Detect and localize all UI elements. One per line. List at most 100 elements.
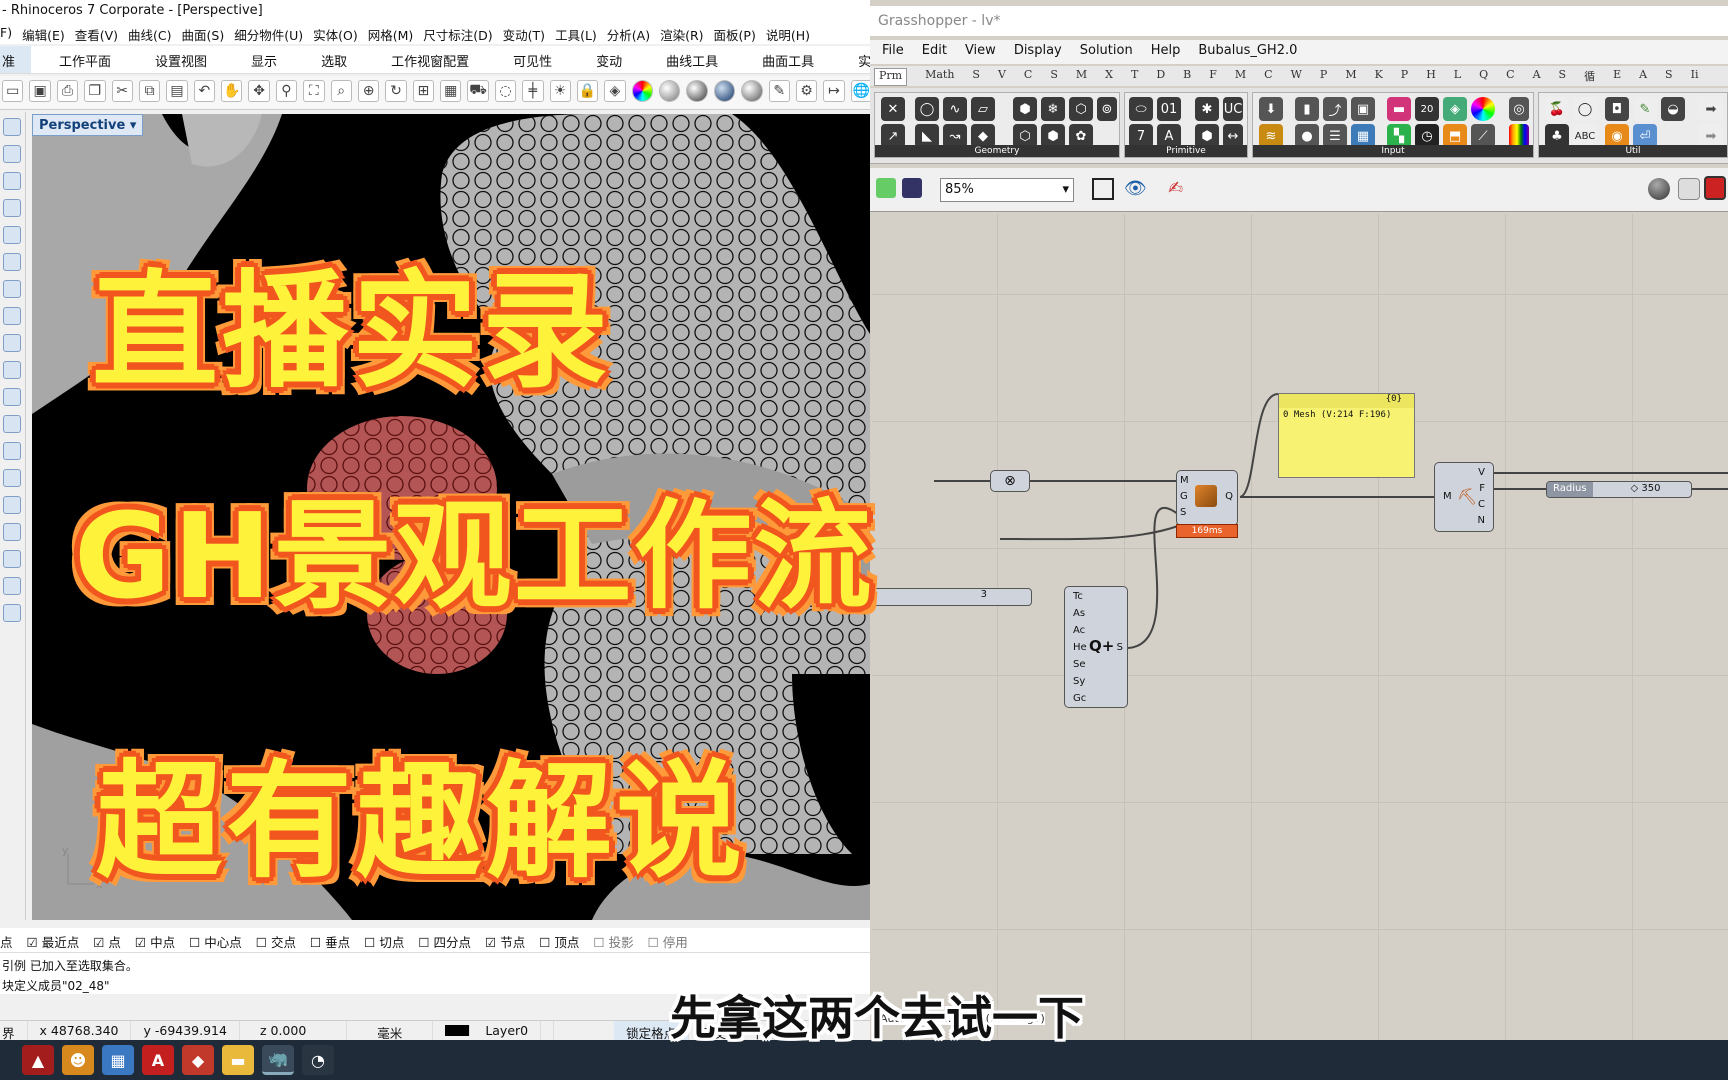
field-param-icon[interactable]: ⊚ bbox=[1097, 97, 1117, 121]
polyline-tool-icon[interactable] bbox=[3, 145, 21, 163]
input-ac[interactable]: Ac bbox=[1073, 625, 1085, 636]
import-icon[interactable]: ⬇ bbox=[1259, 97, 1283, 121]
car-icon[interactable]: ⛟ bbox=[467, 80, 489, 102]
mesh-component[interactable]: M G S Q bbox=[1176, 470, 1238, 526]
arc-tool-icon[interactable] bbox=[3, 226, 21, 244]
surface-param-icon[interactable]: ▱ bbox=[971, 97, 995, 121]
grid-icon[interactable]: ╪ bbox=[522, 80, 544, 102]
ring-icon[interactable]: ◯ bbox=[1573, 97, 1597, 121]
data-param-icon[interactable]: ✱ bbox=[1195, 97, 1219, 121]
gh-tab-vector[interactable]: V bbox=[998, 68, 1006, 86]
sphere-shaded-icon[interactable] bbox=[659, 80, 681, 102]
output-f[interactable]: F bbox=[1479, 483, 1485, 494]
input-he[interactable]: He bbox=[1073, 642, 1087, 653]
gh-tab-l[interactable]: L bbox=[1454, 68, 1461, 86]
menu-item-surface[interactable]: 曲面(S) bbox=[182, 25, 225, 44]
curve-param-icon[interactable]: ∿ bbox=[943, 97, 967, 121]
gh-tab-s3[interactable]: S bbox=[1665, 68, 1673, 86]
gh-tab-m3[interactable]: M bbox=[1345, 68, 1356, 86]
menu-item-file[interactable]: F) bbox=[0, 25, 12, 44]
tab-transform[interactable]: 变动 bbox=[568, 46, 638, 73]
grasshopper-app-icon[interactable]: ◔ bbox=[302, 1045, 334, 1075]
dimension-tool-icon[interactable] bbox=[3, 415, 21, 433]
mesh-tool-icon[interactable] bbox=[3, 388, 21, 406]
osnap-project[interactable]: ☐ 投影 bbox=[593, 932, 633, 952]
gh-tab-h[interactable]: H bbox=[1426, 68, 1436, 86]
gh-menu-solution[interactable]: Solution bbox=[1080, 43, 1133, 64]
menu-item-panels[interactable]: 面板(P) bbox=[714, 25, 756, 44]
gh-tab-p2[interactable]: P bbox=[1401, 68, 1408, 86]
osnap-midpoint[interactable]: ☑ 中点 bbox=[135, 932, 175, 952]
sketch-icon[interactable]: ✍ bbox=[1168, 178, 1183, 199]
solid-tool-icon[interactable] bbox=[3, 280, 21, 298]
open-icon[interactable]: ▭ bbox=[2, 80, 24, 102]
output-v[interactable]: V bbox=[1478, 467, 1485, 478]
curve-tool-icon[interactable] bbox=[3, 172, 21, 190]
brep-param-icon[interactable]: ⬢ bbox=[1013, 97, 1037, 121]
zoom-selected-icon[interactable]: ⊕ bbox=[357, 80, 380, 102]
colour-wheel-icon[interactable] bbox=[1471, 97, 1495, 121]
layer-icon[interactable]: ◈ bbox=[604, 80, 626, 102]
gh-menu-edit[interactable]: Edit bbox=[922, 43, 947, 64]
gh-tab-mesh[interactable]: M bbox=[1076, 68, 1087, 86]
gh-canvas[interactable]: 3 ⊗ M G S Q 169ms Tc As Ac He Se Sy Gc Q… bbox=[872, 214, 1728, 1040]
relay-param-component[interactable]: ⊗ bbox=[990, 470, 1030, 492]
gh-tab-curve[interactable]: C bbox=[1024, 68, 1032, 86]
mesh-input-g[interactable]: G bbox=[1180, 491, 1188, 502]
tab-select[interactable]: 选取 bbox=[293, 46, 363, 73]
toggle-icon[interactable]: ▮ bbox=[1295, 97, 1319, 121]
input-se[interactable]: Se bbox=[1073, 659, 1086, 670]
zoom-extents-icon[interactable] bbox=[1092, 178, 1114, 200]
gh-tab-c[interactable]: C bbox=[1264, 68, 1272, 86]
osnap-point-label[interactable]: 点 bbox=[0, 932, 13, 952]
gh-tab-a2[interactable]: A bbox=[1639, 68, 1647, 86]
gh-tab-s2[interactable]: S bbox=[1559, 68, 1567, 86]
point-tool-icon[interactable] bbox=[3, 118, 21, 136]
gh-tab-ii[interactable]: Ii bbox=[1691, 68, 1699, 86]
menu-item-dimension[interactable]: 尺寸标注(D) bbox=[423, 25, 492, 44]
menu-item-tools[interactable]: 工具(L) bbox=[555, 25, 597, 44]
menu-item-curve[interactable]: 曲线(C) bbox=[128, 25, 171, 44]
extrude-tool-icon[interactable] bbox=[3, 334, 21, 352]
preview-selected-icon[interactable] bbox=[1704, 176, 1726, 200]
yellow-panel[interactable]: {0} 0 Mesh (V:214 F:196) bbox=[1278, 393, 1415, 478]
menu-item-edit[interactable]: 编辑(E) bbox=[22, 25, 65, 44]
cup-icon[interactable]: ◘ bbox=[1605, 97, 1629, 121]
dimension-icon[interactable]: ↦ bbox=[823, 80, 845, 102]
osnap-vertex[interactable]: ☐ 顶点 bbox=[539, 932, 579, 952]
gh-tab-loop[interactable]: 循 bbox=[1584, 68, 1595, 86]
gh-tab-p[interactable]: P bbox=[1320, 68, 1327, 86]
left-number-slider[interactable]: 3 bbox=[872, 588, 1032, 606]
cplane-icon[interactable]: ▦ bbox=[440, 80, 462, 102]
folder-app-icon[interactable]: ▬ bbox=[222, 1045, 254, 1075]
gh-tab-w[interactable]: W bbox=[1291, 68, 1302, 86]
osnap-center[interactable]: ☐ 中心点 bbox=[189, 932, 242, 952]
osnap-tangent[interactable]: ☐ 切点 bbox=[364, 932, 404, 952]
tab-surface-tools[interactable]: 曲面工具 bbox=[734, 46, 830, 73]
gh-menu-file[interactable]: File bbox=[882, 43, 904, 64]
check-tool-icon[interactable] bbox=[3, 577, 21, 595]
menu-item-subd[interactable]: 细分物件(U) bbox=[234, 25, 303, 44]
preview-wire-icon[interactable] bbox=[1648, 178, 1670, 200]
value-list-icon[interactable]: ▣ bbox=[1351, 97, 1375, 121]
save-file-icon[interactable] bbox=[902, 178, 922, 198]
surface-tool-icon[interactable] bbox=[3, 307, 21, 325]
viewport-title-tab[interactable]: Perspective ▾ bbox=[32, 114, 144, 136]
zoom-extents-icon[interactable]: ⌕ bbox=[330, 80, 352, 102]
gh-tab-sets[interactable]: S bbox=[972, 68, 980, 86]
sphere-icon[interactable] bbox=[741, 80, 763, 102]
mesh-output-q[interactable]: Q bbox=[1225, 491, 1233, 502]
array-tool-icon[interactable] bbox=[3, 469, 21, 487]
input-gc[interactable]: Gc bbox=[1073, 693, 1086, 704]
menu-item-mesh[interactable]: 网格(M) bbox=[368, 25, 414, 44]
pencil-icon[interactable]: ✎ bbox=[1633, 97, 1657, 121]
gh-menu-display[interactable]: Display bbox=[1014, 43, 1062, 64]
osnap-quadrant[interactable]: ☐ 四分点 bbox=[418, 932, 471, 952]
gh-tab-e[interactable]: E bbox=[1613, 68, 1621, 86]
gh-menu-view[interactable]: View bbox=[965, 43, 996, 64]
gh-tab-transform[interactable]: T bbox=[1131, 68, 1138, 86]
mesh-param-icon[interactable]: ❄ bbox=[1041, 97, 1065, 121]
box-param-icon[interactable]: ✕ bbox=[881, 97, 905, 121]
copy-icon[interactable]: ⧉ bbox=[138, 80, 161, 102]
print-icon[interactable]: ⎙ bbox=[56, 80, 79, 102]
